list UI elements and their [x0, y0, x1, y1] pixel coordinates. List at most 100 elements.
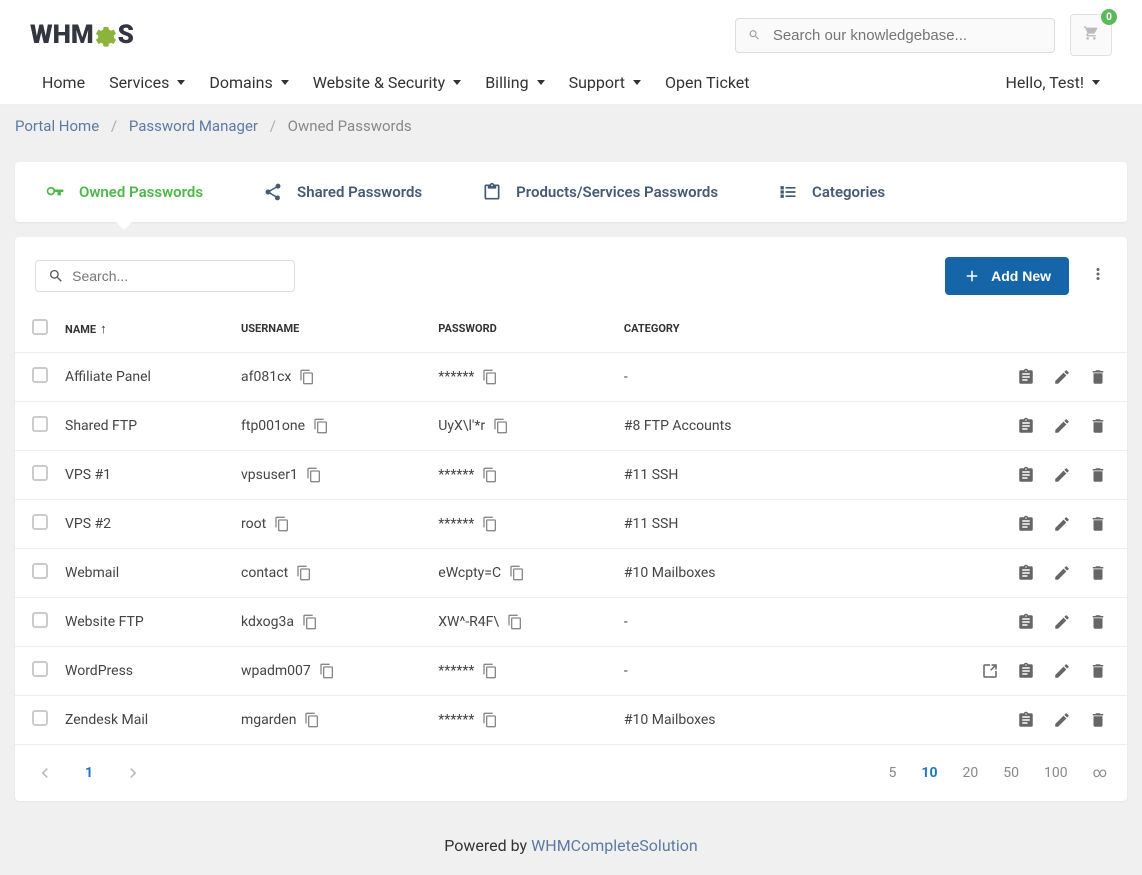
copy-icon[interactable] [509, 565, 525, 581]
edit-icon[interactable] [1053, 417, 1071, 435]
clipboard-action-icon[interactable] [1017, 417, 1035, 435]
passwords-table: NAME↑ USERNAME PASSWORD CATEGORY Affilia… [15, 305, 1127, 745]
edit-icon[interactable] [1053, 368, 1071, 386]
row-checkbox[interactable] [32, 465, 48, 481]
table-search-input[interactable] [72, 268, 282, 284]
page-size-5[interactable]: 5 [889, 765, 897, 781]
col-category[interactable]: CATEGORY [612, 305, 832, 353]
page-size-20[interactable]: 20 [962, 765, 978, 781]
user-menu[interactable]: Hello, Test! [994, 61, 1112, 104]
current-page[interactable]: 1 [85, 765, 93, 781]
clipboard-action-icon[interactable] [1017, 613, 1035, 631]
edit-icon[interactable] [1053, 564, 1071, 582]
clipboard-action-icon[interactable] [1017, 711, 1035, 729]
nav-domains[interactable]: Domains [197, 61, 300, 104]
list-icon [778, 182, 798, 202]
row-checkbox[interactable] [32, 710, 48, 726]
page-size-10[interactable]: 10 [921, 765, 937, 781]
col-password[interactable]: PASSWORD [426, 305, 612, 353]
cell-password: ****** [426, 353, 612, 402]
copy-icon[interactable] [493, 418, 509, 434]
footer-link[interactable]: WHMCompleteSolution [531, 836, 698, 855]
page-size-∞[interactable]: ∞ [1093, 765, 1107, 781]
table-search[interactable] [35, 260, 295, 292]
delete-icon[interactable] [1089, 662, 1107, 680]
edit-icon[interactable] [1053, 662, 1071, 680]
prev-page[interactable] [35, 763, 55, 783]
table-row: Zendesk Mailmgarden******#10 Mailboxes [15, 696, 1127, 745]
row-checkbox[interactable] [32, 416, 48, 432]
tab-products-passwords[interactable]: Products/Services Passwords [452, 162, 748, 222]
edit-icon[interactable] [1053, 711, 1071, 729]
nav-website-security[interactable]: Website & Security [301, 61, 473, 104]
nav-billing[interactable]: Billing [473, 61, 556, 104]
add-new-button[interactable]: Add New [945, 257, 1069, 295]
breadcrumb-current: Owned Passwords [288, 117, 412, 135]
copy-icon[interactable] [296, 565, 312, 581]
row-checkbox[interactable] [32, 661, 48, 677]
plus-icon [963, 267, 981, 285]
more-options-button[interactable] [1089, 265, 1107, 287]
delete-icon[interactable] [1089, 564, 1107, 582]
nav-support[interactable]: Support [557, 61, 653, 104]
cell-username: vpsuser1 [229, 451, 426, 500]
clipboard-action-icon[interactable] [1017, 368, 1035, 386]
delete-icon[interactable] [1089, 613, 1107, 631]
copy-icon[interactable] [274, 516, 290, 532]
page-size-50[interactable]: 50 [1003, 765, 1019, 781]
copy-icon[interactable] [482, 663, 498, 679]
tab-categories[interactable]: Categories [748, 162, 915, 222]
nav-services[interactable]: Services [97, 61, 197, 104]
cart-button[interactable]: 0 [1070, 14, 1112, 56]
cell-name: VPS #1 [65, 451, 229, 500]
select-all-checkbox[interactable] [32, 319, 48, 335]
kb-search[interactable] [735, 18, 1055, 53]
cell-name: Zendesk Mail [65, 696, 229, 745]
cell-password: XW^-R4F\ [426, 598, 612, 647]
delete-icon[interactable] [1089, 417, 1107, 435]
breadcrumb-home[interactable]: Portal Home [15, 117, 99, 135]
clipboard-action-icon[interactable] [1017, 515, 1035, 533]
row-checkbox[interactable] [32, 514, 48, 530]
copy-icon[interactable] [482, 712, 498, 728]
col-username[interactable]: USERNAME [229, 305, 426, 353]
col-name[interactable]: NAME↑ [65, 305, 229, 353]
logo-suffix: S [118, 20, 134, 50]
edit-icon[interactable] [1053, 515, 1071, 533]
tab-shared-passwords[interactable]: Shared Passwords [233, 162, 452, 222]
copy-icon[interactable] [302, 614, 318, 630]
row-checkbox[interactable] [32, 563, 48, 579]
cell-password: ****** [426, 500, 612, 549]
cell-category: #10 Mailboxes [612, 549, 832, 598]
breadcrumb-parent[interactable]: Password Manager [129, 117, 258, 135]
delete-icon[interactable] [1089, 711, 1107, 729]
copy-icon[interactable] [482, 516, 498, 532]
clipboard-action-icon[interactable] [1017, 466, 1035, 484]
delete-icon[interactable] [1089, 466, 1107, 484]
clipboard-action-icon[interactable] [1017, 564, 1035, 582]
edit-icon[interactable] [1053, 466, 1071, 484]
kb-search-input[interactable] [773, 27, 1042, 44]
copy-icon[interactable] [306, 467, 322, 483]
copy-icon[interactable] [482, 467, 498, 483]
open-icon[interactable] [981, 662, 999, 680]
tab-owned-passwords[interactable]: Owned Passwords [15, 162, 233, 222]
nav-home[interactable]: Home [30, 61, 97, 104]
copy-icon[interactable] [313, 418, 329, 434]
copy-icon[interactable] [482, 369, 498, 385]
delete-icon[interactable] [1089, 515, 1107, 533]
row-checkbox[interactable] [32, 367, 48, 383]
cell-password: ****** [426, 647, 612, 696]
delete-icon[interactable] [1089, 368, 1107, 386]
copy-icon[interactable] [319, 663, 335, 679]
next-page[interactable] [123, 763, 143, 783]
copy-icon[interactable] [304, 712, 320, 728]
clipboard-action-icon[interactable] [1017, 662, 1035, 680]
nav-open-ticket[interactable]: Open Ticket [653, 61, 761, 104]
copy-icon[interactable] [299, 369, 315, 385]
copy-icon[interactable] [507, 614, 523, 630]
edit-icon[interactable] [1053, 613, 1071, 631]
logo[interactable]: WHM S [30, 20, 134, 50]
row-checkbox[interactable] [32, 612, 48, 628]
page-size-100[interactable]: 100 [1044, 765, 1068, 781]
